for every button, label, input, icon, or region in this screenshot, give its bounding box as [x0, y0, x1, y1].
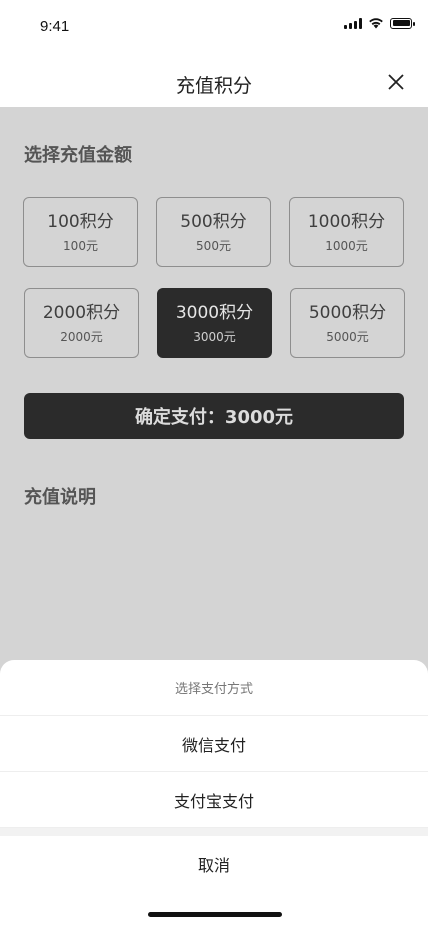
top-bar: 9:41 充值积分 [0, 0, 428, 107]
close-icon[interactable] [386, 72, 406, 92]
recharge-option-100[interactable]: 100积分 100元 [23, 197, 138, 267]
option-points: 2000积分 [42, 302, 121, 323]
option-points: 3000积分 [175, 302, 254, 323]
sheet-divider [0, 828, 428, 836]
recharge-option-5000[interactable]: 5000积分 5000元 [290, 288, 405, 358]
status-time: 9:41 [40, 18, 70, 35]
cancel-button[interactable]: 取消 [0, 836, 428, 892]
cellular-signal-icon [344, 17, 362, 29]
status-icons [344, 16, 415, 30]
battery-icon [390, 17, 415, 29]
description-section-title: 充值说明 [24, 487, 96, 508]
page-title: 充值积分 [175, 75, 252, 97]
recharge-option-2000[interactable]: 2000积分 2000元 [24, 288, 139, 358]
recharge-option-500[interactable]: 500积分 500元 [156, 197, 271, 267]
amount-section-title: 选择充值金额 [24, 145, 132, 166]
option-points: 1000积分 [307, 211, 386, 232]
option-price: 1000元 [325, 238, 368, 253]
confirm-pay-button[interactable]: 确定支付：3000元 [24, 393, 404, 439]
option-price: 5000元 [326, 329, 369, 344]
wechat-pay-option[interactable]: 微信支付 [0, 716, 428, 772]
recharge-option-3000[interactable]: 3000积分 3000元 [157, 288, 272, 358]
option-price: 3000元 [193, 329, 236, 344]
option-points: 5000积分 [308, 302, 387, 323]
payment-method-sheet: 选择支付方式 微信支付 支付宝支付 取消 [0, 660, 428, 926]
home-indicator[interactable] [148, 912, 282, 917]
alipay-option[interactable]: 支付宝支付 [0, 772, 428, 828]
option-price: 100元 [63, 238, 98, 253]
sheet-title: 选择支付方式 [0, 660, 428, 716]
option-points: 100积分 [47, 211, 114, 232]
wifi-icon [369, 18, 383, 29]
option-price: 2000元 [60, 329, 103, 344]
recharge-option-1000[interactable]: 1000积分 1000元 [289, 197, 404, 267]
option-price: 500元 [196, 238, 231, 253]
option-points: 500积分 [180, 211, 247, 232]
